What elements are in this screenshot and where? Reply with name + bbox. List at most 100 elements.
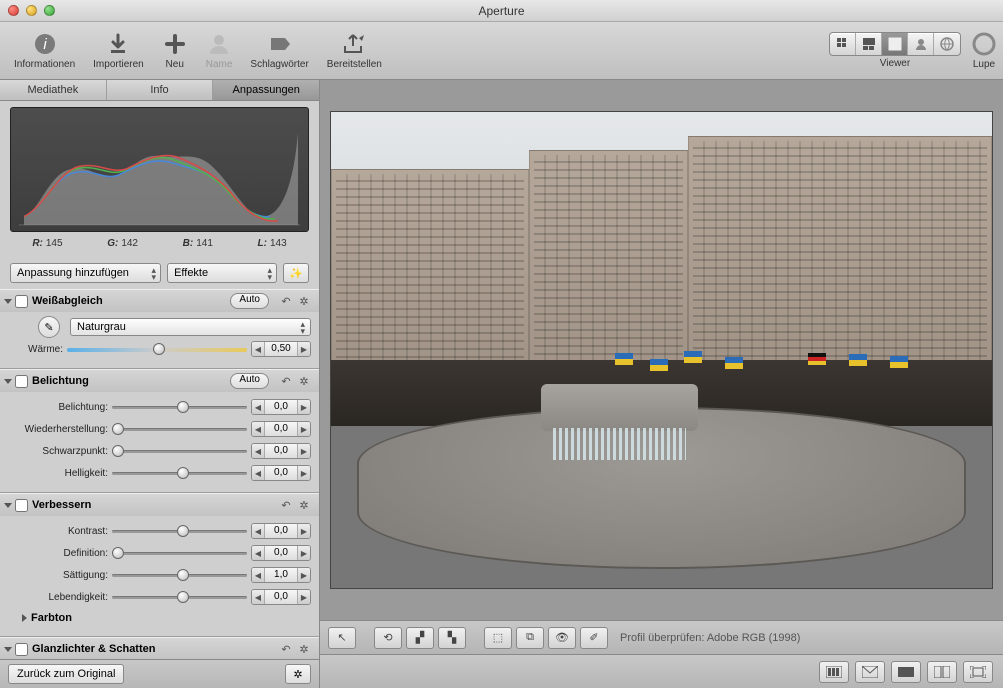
crop-icon: ⧉ <box>526 631 534 644</box>
blackpoint-slider[interactable] <box>112 444 247 458</box>
keyboard-button[interactable] <box>891 661 921 683</box>
gear-icon[interactable]: ✲ <box>297 374 311 388</box>
rotate-cw-icon: ▞ <box>416 631 424 644</box>
definition-slider[interactable] <box>112 546 247 560</box>
arrow-icon: ↖ <box>337 631 346 644</box>
chevron-updown-icon: ▴▾ <box>152 267 157 281</box>
window-title: Aperture <box>0 4 1003 18</box>
recovery-slider[interactable] <box>112 422 247 436</box>
contrast-stepper[interactable]: ◀0,0▶ <box>251 523 311 539</box>
chevron-updown-icon: ▴▾ <box>300 321 305 335</box>
bottom-bar <box>320 654 1003 688</box>
disclosure-triangle-icon[interactable] <box>4 299 12 304</box>
split-view-icon[interactable] <box>856 33 882 55</box>
new-button[interactable]: Neu <box>154 29 196 72</box>
info-button[interactable]: i Informationen <box>6 29 83 72</box>
inspector-panel: Mediathek Info Anpassungen R:145 G:142 B… <box>0 80 320 688</box>
tab-library[interactable]: Mediathek <box>0 80 107 100</box>
viewer-mode-segment[interactable] <box>829 32 961 56</box>
eyedropper-button[interactable]: ✎ <box>38 316 60 338</box>
loupe-label: Lupe <box>973 59 995 70</box>
plus-icon <box>162 31 188 57</box>
exposure-auto-button[interactable]: Auto <box>230 373 269 389</box>
exposure-enable-checkbox[interactable] <box>15 375 28 388</box>
saturation-slider[interactable] <box>112 568 247 582</box>
auto-enhance-tool-button[interactable]: ⬚ <box>484 627 512 649</box>
vibrancy-slider[interactable] <box>112 590 247 604</box>
filmstrip-button[interactable] <box>819 661 849 683</box>
import-button[interactable]: Importieren <box>85 29 152 72</box>
definition-stepper[interactable]: ◀0,0▶ <box>251 545 311 561</box>
exposure-slider[interactable] <box>112 400 247 414</box>
tab-info[interactable]: Info <box>107 80 214 100</box>
straighten-button[interactable]: ▚ <box>438 627 466 649</box>
disclosure-triangle-icon[interactable] <box>4 503 12 508</box>
places-view-icon[interactable] <box>934 33 960 55</box>
blackpoint-stepper[interactable]: ◀0,0▶ <box>251 443 311 459</box>
rotate-ccw-button[interactable]: ⟲ <box>374 627 402 649</box>
color-profile-label: Profil überprüfen: Adobe RGB (1998) <box>620 632 800 644</box>
keywords-button[interactable]: Schlagwörter <box>242 29 316 72</box>
revert-button[interactable]: Zurück zum Original <box>8 664 124 684</box>
undo-icon[interactable]: ↶ <box>279 642 293 656</box>
email-button[interactable] <box>855 661 885 683</box>
tab-adjustments[interactable]: Anpassungen <box>213 80 319 100</box>
highlights-enable-checkbox[interactable] <box>15 643 28 656</box>
main-toolbar: i Informationen Importieren Neu Name Sch… <box>0 22 1003 80</box>
wand-icon: ✨ <box>289 267 303 280</box>
undo-icon[interactable]: ↶ <box>279 294 293 308</box>
contrast-slider[interactable] <box>112 524 247 538</box>
viewer-area: ↖ ⟲ ▞ ▚ ⬚ ⧉ 👁 ✐ Profil überprüfen: Adobe… <box>320 80 1003 688</box>
straighten-icon: ▚ <box>448 631 456 644</box>
eyedropper-icon: ✎ <box>44 321 53 334</box>
wb-enable-checkbox[interactable] <box>15 295 28 308</box>
titlebar: Aperture <box>0 0 1003 22</box>
info-icon: i <box>32 31 58 57</box>
share-button[interactable]: Bereitstellen <box>319 29 390 72</box>
disclosure-triangle-icon[interactable] <box>4 379 12 384</box>
undo-icon[interactable]: ↶ <box>279 374 293 388</box>
histogram <box>10 107 309 232</box>
faces-view-icon[interactable] <box>908 33 934 55</box>
photo-preview[interactable] <box>330 111 993 589</box>
compare-button[interactable] <box>927 661 957 683</box>
redeye-button[interactable]: 👁 <box>548 627 576 649</box>
enhance-enable-checkbox[interactable] <box>15 499 28 512</box>
gear-icon[interactable]: ✲ <box>297 642 311 656</box>
gear-icon[interactable]: ✲ <box>297 294 311 308</box>
person-icon <box>206 31 232 57</box>
gear-menu-button[interactable]: ✲ <box>285 664 311 684</box>
share-icon <box>341 31 367 57</box>
crop-button[interactable]: ⧉ <box>516 627 544 649</box>
wb-auto-button[interactable]: Auto <box>230 293 269 309</box>
wb-preset-dropdown[interactable]: Naturgrau ▴▾ <box>70 318 311 336</box>
section-enhance: Verbessern ↶ ✲ Kontrast: ◀0,0▶ Definitio… <box>0 493 319 637</box>
single-view-icon[interactable] <box>882 33 908 55</box>
loupe-button[interactable] <box>971 31 997 57</box>
grid-view-icon[interactable] <box>830 33 856 55</box>
undo-icon[interactable]: ↶ <box>279 498 293 512</box>
brightness-stepper[interactable]: ◀0,0▶ <box>251 465 311 481</box>
inspector-tabs: Mediathek Info Anpassungen <box>0 80 319 101</box>
rotate-ccw-icon: ⟲ <box>383 631 392 644</box>
hue-subsection[interactable]: Farbton <box>8 608 311 628</box>
fullscreen-button[interactable] <box>963 661 993 683</box>
retouch-button[interactable]: ✐ <box>580 627 608 649</box>
gear-icon: ✲ <box>293 668 302 681</box>
rotate-cw-button[interactable]: ▞ <box>406 627 434 649</box>
exposure-stepper[interactable]: ◀0,0▶ <box>251 399 311 415</box>
selection-tool-button[interactable]: ↖ <box>328 627 356 649</box>
gear-icon[interactable]: ✲ <box>297 498 311 512</box>
eye-icon: 👁 <box>555 631 569 644</box>
effects-dropdown[interactable]: Effekte ▴▾ <box>167 263 277 283</box>
brightness-slider[interactable] <box>112 466 247 480</box>
warmth-stepper[interactable]: ◀0,50▶ <box>251 341 311 357</box>
recovery-stepper[interactable]: ◀0,0▶ <box>251 421 311 437</box>
add-adjustment-dropdown[interactable]: Anpassung hinzufügen ▴▾ <box>10 263 161 283</box>
histogram-readout: R:145 G:142 B:141 L:143 <box>10 232 309 257</box>
vibrancy-stepper[interactable]: ◀0,0▶ <box>251 589 311 605</box>
saturation-stepper[interactable]: ◀1,0▶ <box>251 567 311 583</box>
warmth-slider[interactable] <box>67 342 247 356</box>
auto-enhance-button[interactable]: ✨ <box>283 263 309 283</box>
disclosure-triangle-icon[interactable] <box>4 647 12 652</box>
